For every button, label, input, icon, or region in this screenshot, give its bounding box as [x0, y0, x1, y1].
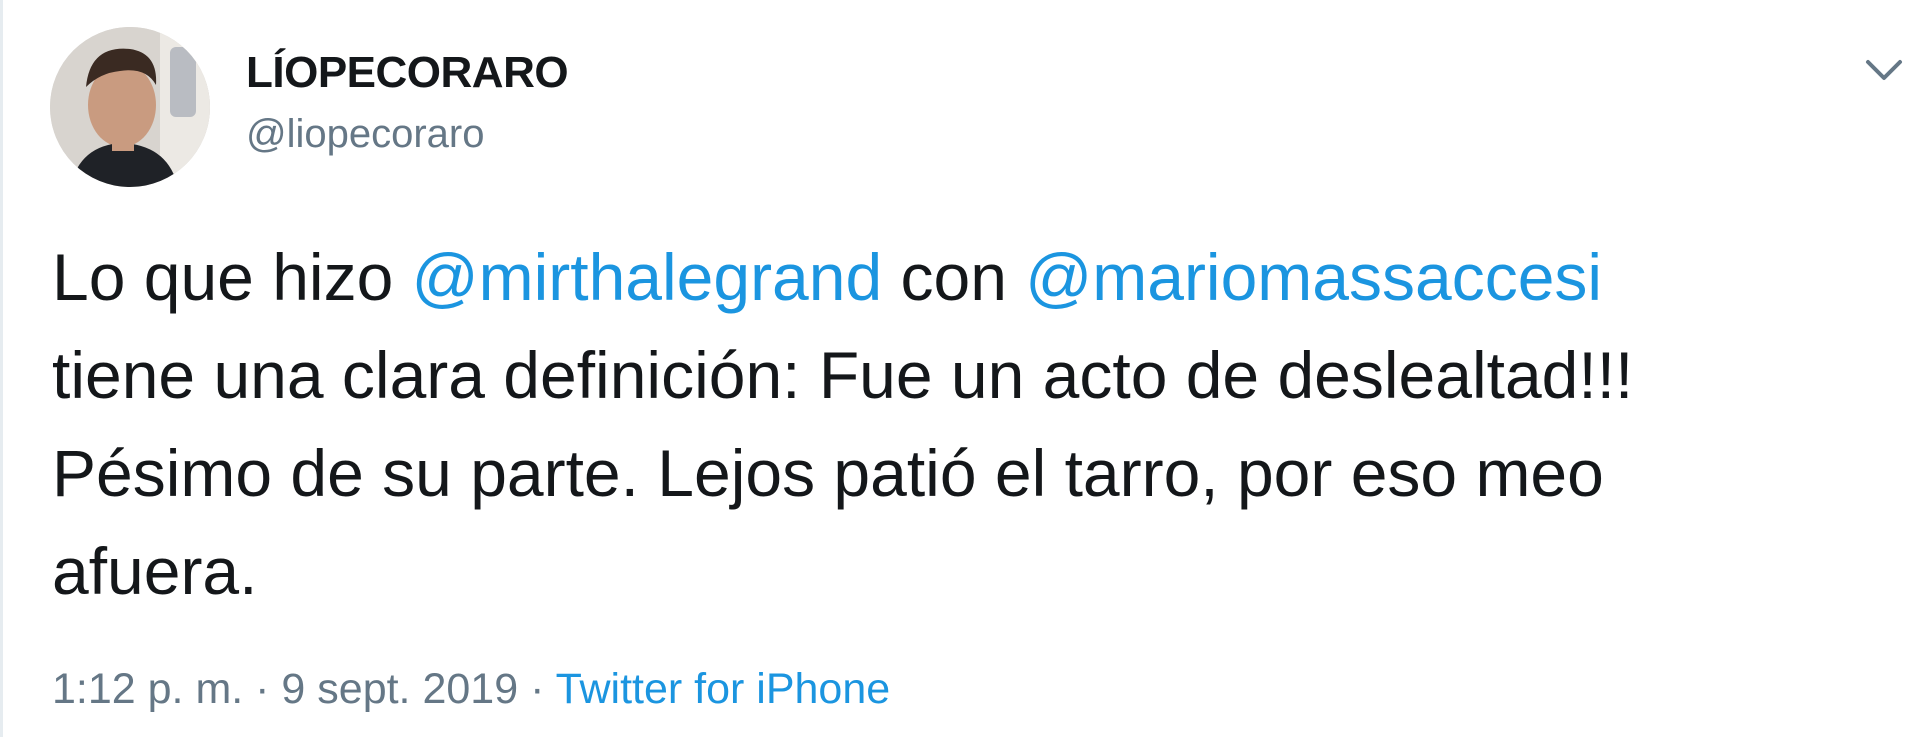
avatar-image	[50, 27, 210, 187]
tweet-text-line-4: afuera.	[52, 534, 258, 608]
avatar[interactable]	[50, 27, 210, 187]
tweet-text-line-3: Pésimo de su parte. Lejos patió el tarro…	[52, 436, 1604, 510]
mention-link-mariomassaccesi[interactable]: @mariomassaccesi	[1025, 240, 1602, 314]
chevron-down-icon[interactable]	[1862, 50, 1906, 90]
display-name[interactable]: LÍOPECORARO	[246, 48, 569, 98]
tweet-text-line-2: tiene una clara definición: Fue un acto …	[52, 338, 1634, 412]
user-handle[interactable]: @liopecoraro	[246, 112, 485, 157]
tweet-card: LÍOPECORARO @liopecoraro Lo que hizo @mi…	[0, 0, 1920, 737]
text-segment: con	[882, 240, 1026, 314]
tweet-meta: 1:12 p. m. · 9 sept. 2019 · Twitter for …	[52, 665, 890, 714]
source-link[interactable]: Twitter for iPhone	[556, 665, 891, 713]
text-segment: Lo que hizo	[52, 240, 412, 314]
mention-link-mirthalegrand[interactable]: @mirthalegrand	[412, 240, 883, 314]
meta-separator: ·	[518, 665, 556, 713]
tweet-text: Lo que hizo @mirthalegrand con @mariomas…	[52, 228, 1872, 620]
tweet-text-line-1: Lo que hizo @mirthalegrand con @mariomas…	[52, 228, 1872, 326]
timestamp[interactable]: 1:12 p. m. · 9 sept. 2019	[52, 665, 518, 713]
